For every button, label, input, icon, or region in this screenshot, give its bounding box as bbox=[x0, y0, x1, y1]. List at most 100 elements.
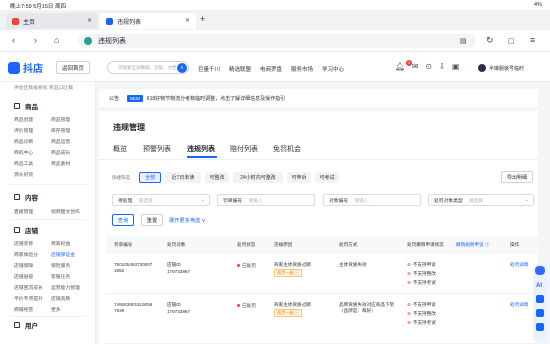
ticket-number-input[interactable]: 罚单编号 请输入 bbox=[217, 194, 315, 206]
nav-market[interactable]: 服务市场 bbox=[291, 65, 313, 73]
global-search-input[interactable]: 可搜索全局数据、功能、文档 ⌕ bbox=[107, 61, 189, 74]
ai-button[interactable]: AI bbox=[536, 283, 542, 289]
sidebar-item[interactable]: 商家权益 bbox=[51, 240, 70, 247]
status-select[interactable]: 待处理 请选择 ⌄ bbox=[112, 194, 210, 206]
sidebar-item[interactable]: 店铺回流成长 bbox=[14, 284, 43, 291]
close-icon[interactable]: ✕ bbox=[87, 17, 92, 24]
sidebar-item[interactable]: 直播管理 bbox=[14, 208, 33, 215]
nav-qianchuan[interactable]: 巨量千川 bbox=[198, 65, 220, 73]
penalty-detail-link[interactable]: 处罚详情 bbox=[510, 262, 528, 268]
sidebar-item[interactable]: 商品成长 bbox=[51, 149, 70, 156]
refresh-icon[interactable]: ↻ bbox=[486, 35, 494, 46]
sidebar-item[interactable]: 商家体验分 bbox=[14, 251, 38, 258]
nav-learning[interactable]: 学习中心 bbox=[322, 65, 344, 73]
object-type-select[interactable]: 处罚对象类型 请选择 ⌄ bbox=[428, 194, 534, 206]
sidebar-section-shop[interactable]: 店铺 bbox=[14, 225, 38, 235]
sidebar-item[interactable]: 店铺保证金 bbox=[51, 251, 75, 258]
menu-icon[interactable]: ≡ bbox=[530, 35, 535, 45]
filter-chip-rectify[interactable]: 可整改 bbox=[205, 172, 229, 183]
browser-tab-home[interactable]: 主页 ✕ bbox=[6, 13, 98, 29]
reader-icon[interactable]: ▤ bbox=[460, 37, 467, 45]
sidebar-item[interactable]: 商品工具 bbox=[14, 160, 33, 167]
notice-bar[interactable]: 公告 NEW 618好物节物流分考核临时调整，点击了解详细信息及操作指引 bbox=[99, 89, 538, 107]
tab-label: 主页 bbox=[23, 19, 36, 26]
close-icon[interactable]: ✕ bbox=[185, 17, 190, 24]
tab-compensation[interactable]: 赔付列表 bbox=[230, 144, 258, 154]
bell-icon[interactable]: 🔔︎ bbox=[395, 62, 405, 71]
app-icon[interactable]: ▣ bbox=[452, 62, 460, 71]
appeal-rules-link[interactable]: 撤销规则申诉 ⓘ bbox=[456, 242, 489, 248]
feedback-icon[interactable] bbox=[536, 323, 544, 331]
sidebar-item[interactable]: 商品管理 bbox=[51, 116, 70, 123]
col-method: 处罚方式 bbox=[339, 242, 358, 247]
quick-filter-label: 快捷筛选 bbox=[112, 175, 130, 180]
filter-chip-exam[interactable]: 可考试 bbox=[315, 172, 339, 183]
tab-label: 违规列表 bbox=[117, 19, 142, 26]
new-tab-button[interactable]: + bbox=[200, 14, 205, 24]
sidebar-section-goods[interactable]: 商品 bbox=[14, 101, 38, 111]
sidebar-item[interactable]: 店铺装修 bbox=[14, 240, 33, 247]
tab-exemption[interactable]: 免罚机会 bbox=[273, 144, 301, 154]
sidebar-item[interactable]: 商品素材 bbox=[51, 160, 70, 167]
home-icon[interactable]: ⌂ bbox=[54, 35, 59, 45]
sidebar-item[interactable]: 评价管理 bbox=[14, 127, 33, 134]
service-icon[interactable] bbox=[536, 295, 544, 303]
expand-filters-link[interactable]: 展开更多筛选 ∨ bbox=[169, 217, 205, 224]
tab-warnings[interactable]: 预警列表 bbox=[143, 144, 171, 154]
filter-chip-unread[interactable]: 近7日未读 bbox=[165, 172, 201, 183]
tabs-count-icon[interactable]: ▢ bbox=[508, 37, 515, 45]
battery-status: 4% bbox=[534, 2, 542, 8]
browser-tab-violations[interactable]: 违规列表 ✕ bbox=[100, 13, 196, 29]
sidebar-item[interactable]: 店铺层级 bbox=[14, 273, 33, 280]
filter-chip-all[interactable]: 全部 bbox=[139, 172, 161, 183]
tab-overview[interactable]: 概览 bbox=[113, 144, 127, 154]
user-menu[interactable]: 半琳服装号临时 bbox=[478, 64, 524, 72]
assistant-float-bar[interactable]: AI bbox=[533, 263, 547, 343]
divider bbox=[10, 219, 86, 220]
sidebar-item[interactable]: 源头好货 bbox=[14, 171, 33, 178]
sidebar-cut-item[interactable]: 供给区数据看板 商品口吐稿 bbox=[14, 84, 73, 91]
sidebar-item[interactable]: 运营能力管理 bbox=[51, 284, 80, 291]
search-icon[interactable]: ⌕ bbox=[177, 63, 187, 73]
sidebar-item[interactable]: 平价专项提升 bbox=[14, 295, 43, 302]
tab-violations[interactable]: 违规列表 bbox=[187, 144, 215, 154]
object-number-input[interactable]: 对象编号 请输入 bbox=[323, 194, 421, 206]
filter-chip-appeal[interactable]: 可申诉 bbox=[287, 172, 311, 183]
notice-text[interactable]: 618好物节物流分考核临时调整，点击了解详细信息及操作指引 bbox=[147, 95, 285, 102]
sidebar-item[interactable]: 商品运营 bbox=[51, 138, 70, 145]
back-arrow-icon[interactable]: ‹ bbox=[12, 35, 15, 45]
sidebar-item[interactable]: 保险服务 bbox=[51, 262, 70, 269]
doudian-logo[interactable]: 抖店 bbox=[8, 60, 43, 75]
sidebar-section-users[interactable]: 用户 bbox=[14, 320, 38, 330]
download-icon[interactable]: ⇩ bbox=[439, 62, 446, 71]
back-home-button[interactable]: 返回首页 bbox=[56, 61, 91, 74]
nav-compass[interactable]: 电商罗盘 bbox=[260, 65, 282, 73]
sidebar-item[interactable]: 商品诊断 bbox=[14, 138, 33, 145]
sidebar-item[interactable]: 客服任务 bbox=[51, 273, 70, 280]
sidebar-item[interactable]: 商铺经营 bbox=[14, 306, 33, 313]
query-button[interactable]: 查询 bbox=[112, 214, 134, 226]
sidebar-item[interactable]: 商品创建 bbox=[14, 116, 33, 123]
penalty-detail-link[interactable]: 处罚详情 bbox=[510, 302, 528, 308]
sidebar-item[interactable]: 库存管理 bbox=[51, 127, 70, 134]
url-field[interactable]: 违规列表 bbox=[78, 34, 476, 48]
exam-state: ⊗ 不支持考试 bbox=[407, 280, 436, 285]
filter-chip-24h[interactable]: 24小时内可整改 bbox=[233, 172, 283, 183]
table-row: 7501054937300071882 店铺ID 179733967 已处罚 商… bbox=[106, 254, 538, 294]
sidebar-section-content[interactable]: 内容 bbox=[14, 192, 38, 202]
search-placeholder: 可搜索全局数据、功能、文档 bbox=[118, 64, 177, 70]
message-icon[interactable]: ✉︎ bbox=[412, 62, 419, 71]
reset-button[interactable]: 重置 bbox=[141, 214, 163, 226]
sidebar-item[interactable]: 视频图文创作 bbox=[51, 208, 80, 215]
nav-alliance[interactable]: 精选联盟 bbox=[229, 65, 251, 73]
sidebar-item[interactable]: 更多 bbox=[51, 306, 61, 313]
ticket-number: 7490639015190567839 bbox=[114, 302, 153, 313]
chat-icon[interactable] bbox=[536, 309, 544, 317]
sidebar-item[interactable]: 店铺保障 bbox=[14, 262, 33, 269]
help-icon[interactable]: ⊙ bbox=[425, 62, 432, 71]
forward-arrow-icon[interactable]: › bbox=[34, 35, 37, 45]
export-button[interactable]: 导出明细 bbox=[501, 171, 533, 183]
sidebar-item[interactable]: 商机中心 bbox=[14, 149, 33, 156]
robot-icon[interactable] bbox=[535, 266, 545, 275]
sidebar-item[interactable]: 店铺资质 bbox=[51, 295, 70, 302]
